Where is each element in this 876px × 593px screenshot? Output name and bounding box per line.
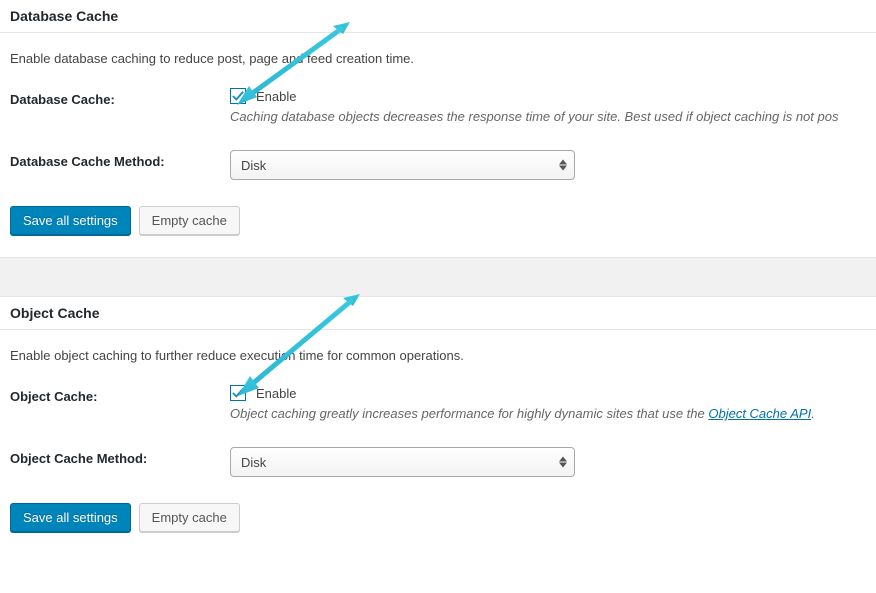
database-cache-description: Enable database caching to reduce post, … [10,51,866,66]
object-cache-enable-field: Enable Object caching greatly increases … [230,385,866,421]
object-cache-enable-checkbox-label: Enable [256,386,296,401]
database-cache-enable-hint: Caching database objects decreases the r… [230,109,866,124]
database-cache-enable-row: Database Cache: Enable Caching database … [10,88,866,124]
object-cache-hint-prefix: Object caching greatly increases perform… [230,406,708,421]
database-cache-method-label: Database Cache Method: [10,150,230,169]
object-cache-title: Object Cache [10,305,866,321]
database-cache-save-button[interactable]: Save all settings [10,206,131,235]
checkmark-icon [231,387,245,399]
database-cache-method-select[interactable]: Disk [230,150,575,180]
object-cache-method-select-wrap: Disk [230,447,575,477]
database-cache-method-field: Disk [230,150,866,180]
database-cache-header: Database Cache [0,0,876,33]
checkmark-icon [231,90,245,102]
database-cache-section: Database Cache Enable database caching t… [0,0,876,257]
object-cache-enable-label: Object Cache: [10,385,230,404]
object-cache-enable-checkbox-wrap[interactable]: Enable [230,385,296,401]
database-cache-method-row: Database Cache Method: Disk [10,150,866,180]
object-cache-enable-checkbox[interactable] [230,385,246,401]
object-cache-section: Object Cache Enable object caching to fu… [0,297,876,554]
database-cache-button-row: Save all settings Empty cache [10,206,866,235]
database-cache-enable-label: Database Cache: [10,88,230,107]
object-cache-body: Enable object caching to further reduce … [0,330,876,554]
database-cache-method-select-wrap: Disk [230,150,575,180]
object-cache-method-field: Disk [230,447,866,477]
section-divider [0,257,876,297]
object-cache-header: Object Cache [0,297,876,330]
database-cache-body: Enable database caching to reduce post, … [0,33,876,257]
database-cache-enable-checkbox-label: Enable [256,89,296,104]
object-cache-enable-row: Object Cache: Enable Object caching grea… [10,385,866,421]
object-cache-method-row: Object Cache Method: Disk [10,447,866,477]
object-cache-method-select[interactable]: Disk [230,447,575,477]
object-cache-enable-hint: Object caching greatly increases perform… [230,406,866,421]
database-cache-enable-checkbox[interactable] [230,88,246,104]
object-cache-api-link[interactable]: Object Cache API [708,406,811,421]
object-cache-description: Enable object caching to further reduce … [10,348,866,363]
database-cache-enable-checkbox-wrap[interactable]: Enable [230,88,296,104]
database-cache-enable-field: Enable Caching database objects decrease… [230,88,866,124]
object-cache-save-button[interactable]: Save all settings [10,503,131,532]
database-cache-title: Database Cache [10,8,866,24]
object-cache-method-label: Object Cache Method: [10,447,230,466]
object-cache-empty-button[interactable]: Empty cache [139,503,240,532]
database-cache-empty-button[interactable]: Empty cache [139,206,240,235]
object-cache-button-row: Save all settings Empty cache [10,503,866,532]
object-cache-hint-suffix: . [811,406,815,421]
